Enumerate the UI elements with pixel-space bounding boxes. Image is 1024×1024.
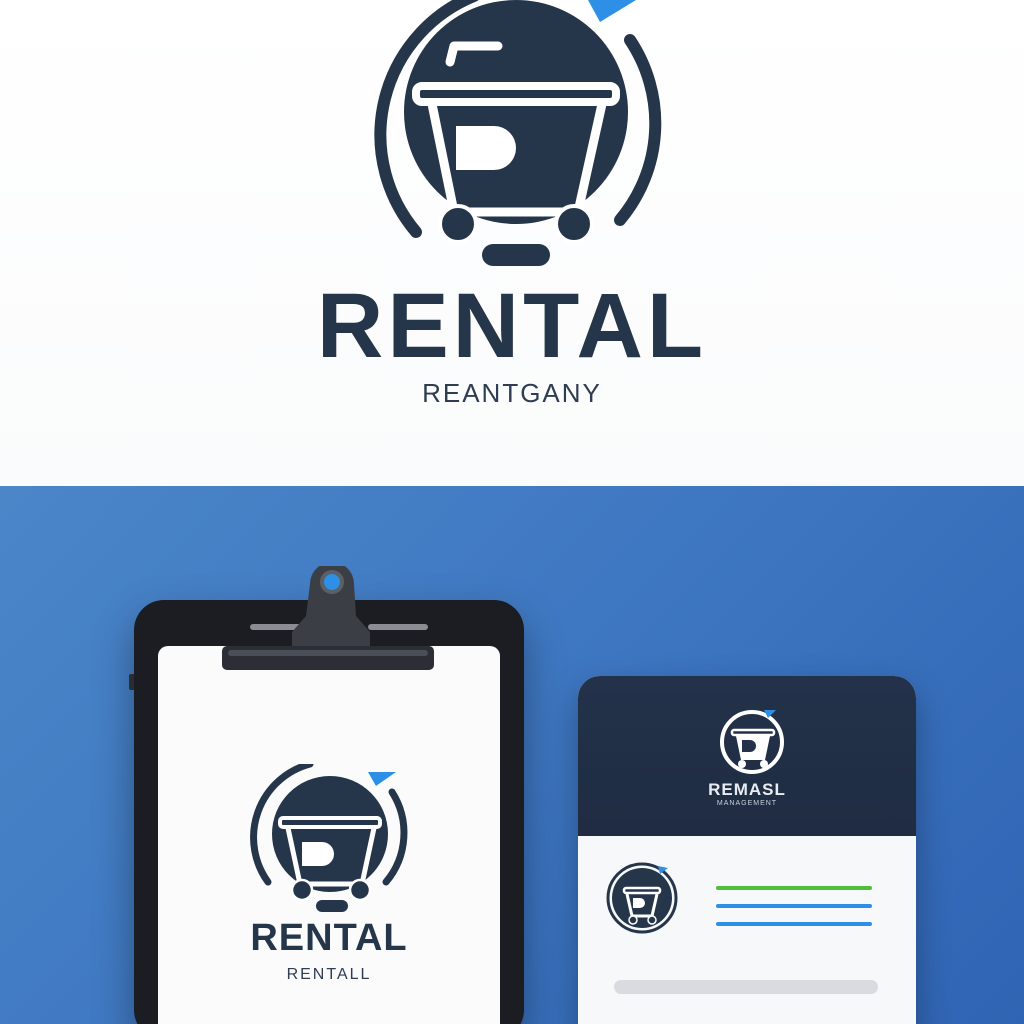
card-line-blue-2 [716,922,872,926]
card-line-green [716,886,872,890]
clip-icon [222,566,434,670]
card-line-blue-1 [716,904,872,908]
card-title: REMASL [708,780,786,799]
tablet-screen: RENTAL RENTALL [158,646,500,1024]
tablet-side-button [129,674,134,690]
brand-subtitle: REANTGANY [422,378,602,408]
card-cart-logo-icon [720,710,784,774]
card-header: REMASL MANAGEMENT [578,676,916,836]
rental-cart-logo-icon [374,0,662,266]
brand-section: RENTAL REANTGANY [0,0,1024,486]
tablet-title: RENTAL [250,917,408,959]
page: RENTAL REANTGANY RENTAL RENTALL REMASL M… [0,0,1024,1024]
card-placeholder-bar [614,980,878,994]
mockup-section: RENTAL RENTALL REMASL MANAGEMENT [0,486,1024,1024]
business-card: REMASL MANAGEMENT [578,676,916,1024]
card-subtitle: MANAGEMENT [716,800,778,807]
tablet-subtitle: RENTALL [286,966,372,983]
tablet-cart-logo-icon [250,764,408,912]
card-mini-cart-logo-icon [606,862,678,934]
brand-title: RENTAL [316,275,708,377]
